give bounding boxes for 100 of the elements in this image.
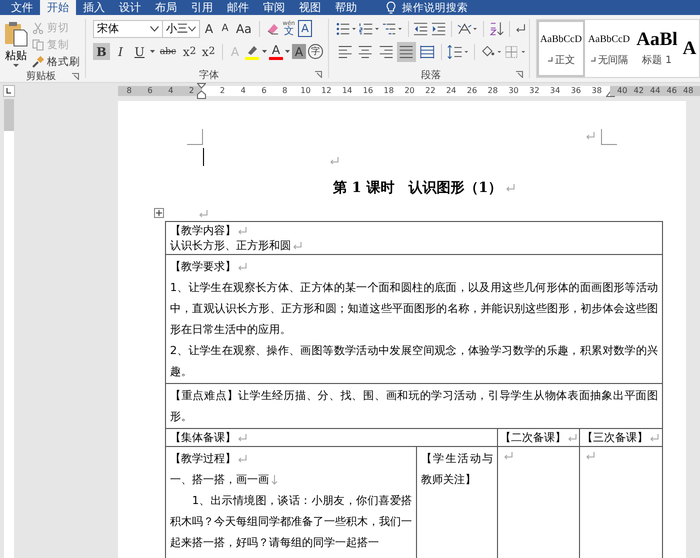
paste-button[interactable]: 粘贴	[0, 19, 32, 69]
enclose-characters-button[interactable]: 字	[308, 44, 323, 59]
ruler-number: 2	[188, 86, 196, 96]
ruler-number: 4	[167, 86, 174, 96]
grow-font-button[interactable]: A	[202, 20, 216, 37]
caret-icon[interactable]	[150, 50, 155, 53]
ribbon-tab[interactable]: 引用	[184, 0, 220, 15]
ribbon-tab[interactable]: 帮助	[328, 0, 364, 15]
format-painter-button[interactable]: 格式刷	[32, 54, 80, 69]
dialog-launcher-icon[interactable]	[72, 73, 79, 80]
character-border-button[interactable]: A	[298, 20, 312, 37]
bold-button[interactable]: B	[93, 43, 110, 60]
font-size-field[interactable]: 小三	[162, 20, 200, 38]
group-label: 字体	[199, 68, 219, 82]
paragraph-mark-icon	[199, 210, 208, 218]
align-justify-icon[interactable]	[397, 42, 416, 62]
italic-button[interactable]: I	[112, 43, 129, 60]
cell-heading: 【教学过程】	[170, 452, 236, 465]
ruler-number: 44	[649, 86, 662, 96]
indent-marker-icon[interactable]	[197, 83, 206, 99]
font-color-button[interactable]: A	[269, 43, 283, 60]
numbered-list-icon[interactable]	[358, 22, 380, 36]
caret-icon	[13, 64, 19, 68]
ruler-number: 36	[570, 86, 582, 96]
cell-text: 认识长方形、正方形和圆	[170, 239, 291, 252]
style-item[interactable]: AaBbCcD 正文	[537, 20, 585, 77]
ruler-number: 2	[218, 86, 226, 96]
ribbon-tab[interactable]: 布局	[148, 0, 184, 15]
process-text: 1、出示情境图，谈话：小朋友，你们喜爱搭积木吗？今天每组同学都准备了一些积木，我们一起来搭一搭，好吗？请每组的同学一起搭一	[170, 494, 412, 549]
ruler-number: 30	[507, 86, 520, 96]
ruler-number: 6	[146, 86, 154, 96]
shrink-font-button[interactable]: A	[218, 20, 232, 37]
copy-icon	[32, 38, 44, 50]
cell-heading: 【教学要求】	[170, 260, 236, 273]
ruler-number: 8	[126, 86, 133, 96]
section-heading: 一、搭一搭，画一画	[170, 473, 269, 486]
paragraph-mark-icon[interactable]	[514, 22, 526, 34]
document-title: 第 1 课时 认识图形（1）	[332, 179, 502, 197]
paragraph-mark-icon	[586, 132, 595, 140]
paragraph-mark-icon	[506, 184, 516, 192]
character-shading-button[interactable]: A	[292, 44, 306, 59]
paragraph-mark-icon	[238, 434, 247, 442]
group-label: 段落	[421, 68, 441, 82]
bullet-list-icon[interactable]	[336, 22, 357, 36]
ruler-number: 12	[320, 86, 332, 96]
ruler-number: 18	[382, 86, 395, 96]
ruler-number: 40	[616, 86, 628, 96]
dialog-launcher-icon[interactable]	[315, 71, 322, 78]
ruler-number: 38	[590, 86, 603, 96]
text-direction-icon[interactable]	[456, 22, 478, 36]
strike-button[interactable]: abc	[157, 43, 179, 60]
table-move-handle-icon[interactable]	[154, 208, 164, 218]
ribbon-tab[interactable]: 文件	[4, 0, 40, 15]
paragraph-mark-icon	[238, 226, 247, 235]
decrease-indent-icon[interactable]	[413, 22, 429, 36]
caret-icon[interactable]	[285, 50, 290, 53]
dialog-launcher-icon[interactable]	[516, 71, 523, 78]
crop-mark	[187, 129, 203, 145]
style-item[interactable]: AaBbCcD 无间隔	[585, 20, 633, 77]
ruler-number: 16	[362, 86, 374, 96]
font-name-field[interactable]: 宋体	[93, 20, 163, 38]
ribbon-tab[interactable]: 邮件	[220, 0, 256, 15]
line-spacing-icon[interactable]	[446, 44, 469, 60]
ribbon-tab[interactable]: 开始	[40, 0, 76, 15]
column-heading: 【集体备课】	[170, 431, 236, 444]
style-item[interactable]: A	[681, 20, 698, 77]
key-points-text: 【重点难点】让学生经历描、分、找、围、画和玩的学习活动，引导学生从物体表面抽象出平面图形。	[170, 389, 658, 423]
ruler-number: 26	[466, 86, 478, 96]
ribbon-tab[interactable]: 设计	[112, 0, 148, 15]
paragraph-mark-icon	[568, 434, 577, 442]
multilevel-list-icon[interactable]	[382, 22, 403, 36]
change-case-button[interactable]: Aa	[234, 20, 254, 37]
ruler-number: 46	[666, 86, 678, 96]
sort-icon[interactable]	[488, 20, 504, 36]
requirement-text: 1、让学生在观察长方体、正方体的某一个面和圆柱的底面，以及用这些几何形体的面画图形等活动中，直观认识长方形、正方形和圆；知道这些平面图形的名称，并能识别这些图形，初步体会这些图形在日常生活中的应用。	[170, 281, 658, 336]
increase-indent-icon[interactable]	[430, 22, 446, 36]
cell-heading: 【学生活动与教师关注】	[421, 452, 493, 486]
tab-stop-selector-icon[interactable]	[3, 85, 15, 97]
paragraph-mark-icon	[586, 452, 595, 460]
ruler-number: 42	[632, 86, 645, 96]
ruler-number: 24	[445, 86, 458, 96]
style-item[interactable]: AaBl 标题 1	[633, 20, 681, 77]
ribbon-tab[interactable]: 审阅	[256, 0, 292, 15]
ruler-number: 10	[299, 86, 312, 96]
paragraph-mark-icon	[590, 56, 596, 62]
paragraph-mark-icon	[547, 56, 553, 62]
lightbulb-icon[interactable]	[386, 1, 396, 14]
underline-button[interactable]: U	[131, 43, 148, 60]
ruler-number: 6	[260, 86, 268, 96]
caret-icon[interactable]	[262, 50, 267, 53]
ruler-number: 48	[682, 86, 694, 96]
line-break-mark-icon	[271, 474, 278, 485]
ribbon-tab[interactable]: 插入	[76, 0, 112, 15]
tell-me-search[interactable]: 操作说明搜索	[402, 0, 468, 14]
ruler-number: 28	[486, 86, 499, 96]
highlighter-icon[interactable]	[244, 44, 260, 60]
ruler-number: 34	[549, 86, 562, 96]
caret-icon	[188, 26, 196, 32]
paragraph-mark-icon	[650, 434, 659, 442]
ribbon-tab[interactable]: 视图	[292, 0, 328, 15]
